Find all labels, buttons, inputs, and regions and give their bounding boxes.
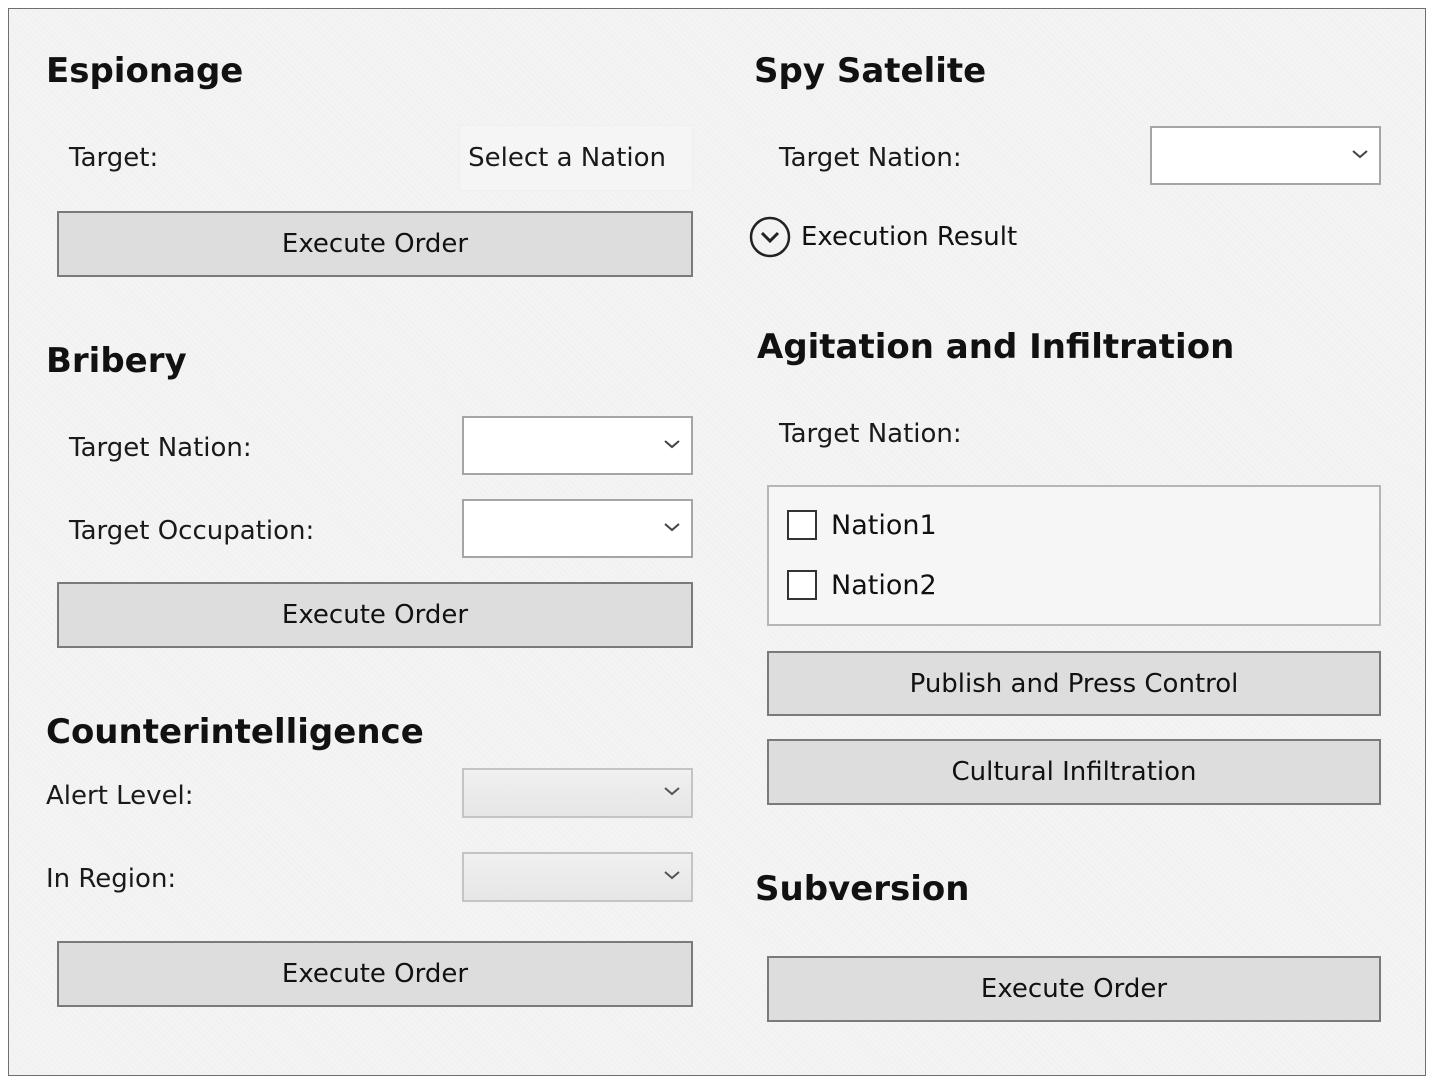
chevron-down-icon [664,522,680,531]
bribery-heading: Bribery [46,341,187,381]
cultural-infiltration-label: Cultural Infiltration [951,757,1197,787]
espionage-heading: Espionage [46,51,244,91]
nation1-label: Nation1 [831,509,937,541]
in-region-label: In Region: [46,864,177,894]
spy-satellite-heading: Spy Satelite [754,51,987,91]
execute-order-label: Execute Order [980,974,1168,1004]
bribery-target-nation-dropdown[interactable] [462,416,693,475]
checkbox-box[interactable] [787,510,817,540]
nation2-checkbox[interactable]: Nation2 [787,567,937,603]
counterintelligence-heading: Counterintelligence [46,712,424,752]
subversion-execute-button[interactable]: Execute Order [767,956,1381,1022]
agitation-target-nation-label: Target Nation: [779,419,962,449]
in-region-dropdown[interactable] [462,852,693,902]
agitation-heading: Agitation and Infiltration [757,327,1235,367]
select-nation-label: Select a Nation [468,143,666,173]
nation2-label: Nation2 [831,569,937,601]
espionage-execute-button[interactable]: Execute Order [57,211,693,277]
spy-satellite-target-nation-label: Target Nation: [779,143,962,173]
espionage-target-label: Target: [69,143,159,173]
execute-order-label: Execute Order [281,600,469,630]
chevron-down-icon [664,439,680,448]
execute-order-label: Execute Order [281,959,469,989]
nation-checkbox-list: Nation1 Nation2 [767,485,1381,626]
bribery-execute-button[interactable]: Execute Order [57,582,693,648]
cultural-infiltration-button[interactable]: Cultural Infiltration [767,739,1381,805]
bribery-target-occupation-dropdown[interactable] [462,499,693,558]
alert-level-label: Alert Level: [46,781,194,811]
bribery-target-occupation-label: Target Occupation: [69,516,315,546]
circle-chevron-down-icon [749,216,791,258]
nation1-checkbox[interactable]: Nation1 [787,507,937,543]
spy-satellite-target-nation-dropdown[interactable] [1150,126,1381,185]
execution-result-label: Execution Result [801,222,1018,252]
chevron-down-icon [664,871,680,880]
operations-window: Espionage Target: Select a Nation Execut… [8,8,1426,1076]
execute-order-label: Execute Order [281,229,469,259]
checkbox-box[interactable] [787,570,817,600]
alert-level-dropdown[interactable] [462,768,693,818]
publish-press-control-button[interactable]: Publish and Press Control [767,651,1381,716]
chevron-down-icon [1352,149,1368,158]
publish-press-control-label: Publish and Press Control [909,668,1239,699]
subversion-heading: Subversion [755,869,970,909]
execution-result-expander[interactable]: Execution Result [749,216,1017,258]
bribery-target-nation-label: Target Nation: [69,433,252,463]
espionage-select-nation-button[interactable]: Select a Nation [459,125,693,191]
chevron-down-icon [664,787,680,796]
counterintelligence-execute-button[interactable]: Execute Order [57,941,693,1007]
